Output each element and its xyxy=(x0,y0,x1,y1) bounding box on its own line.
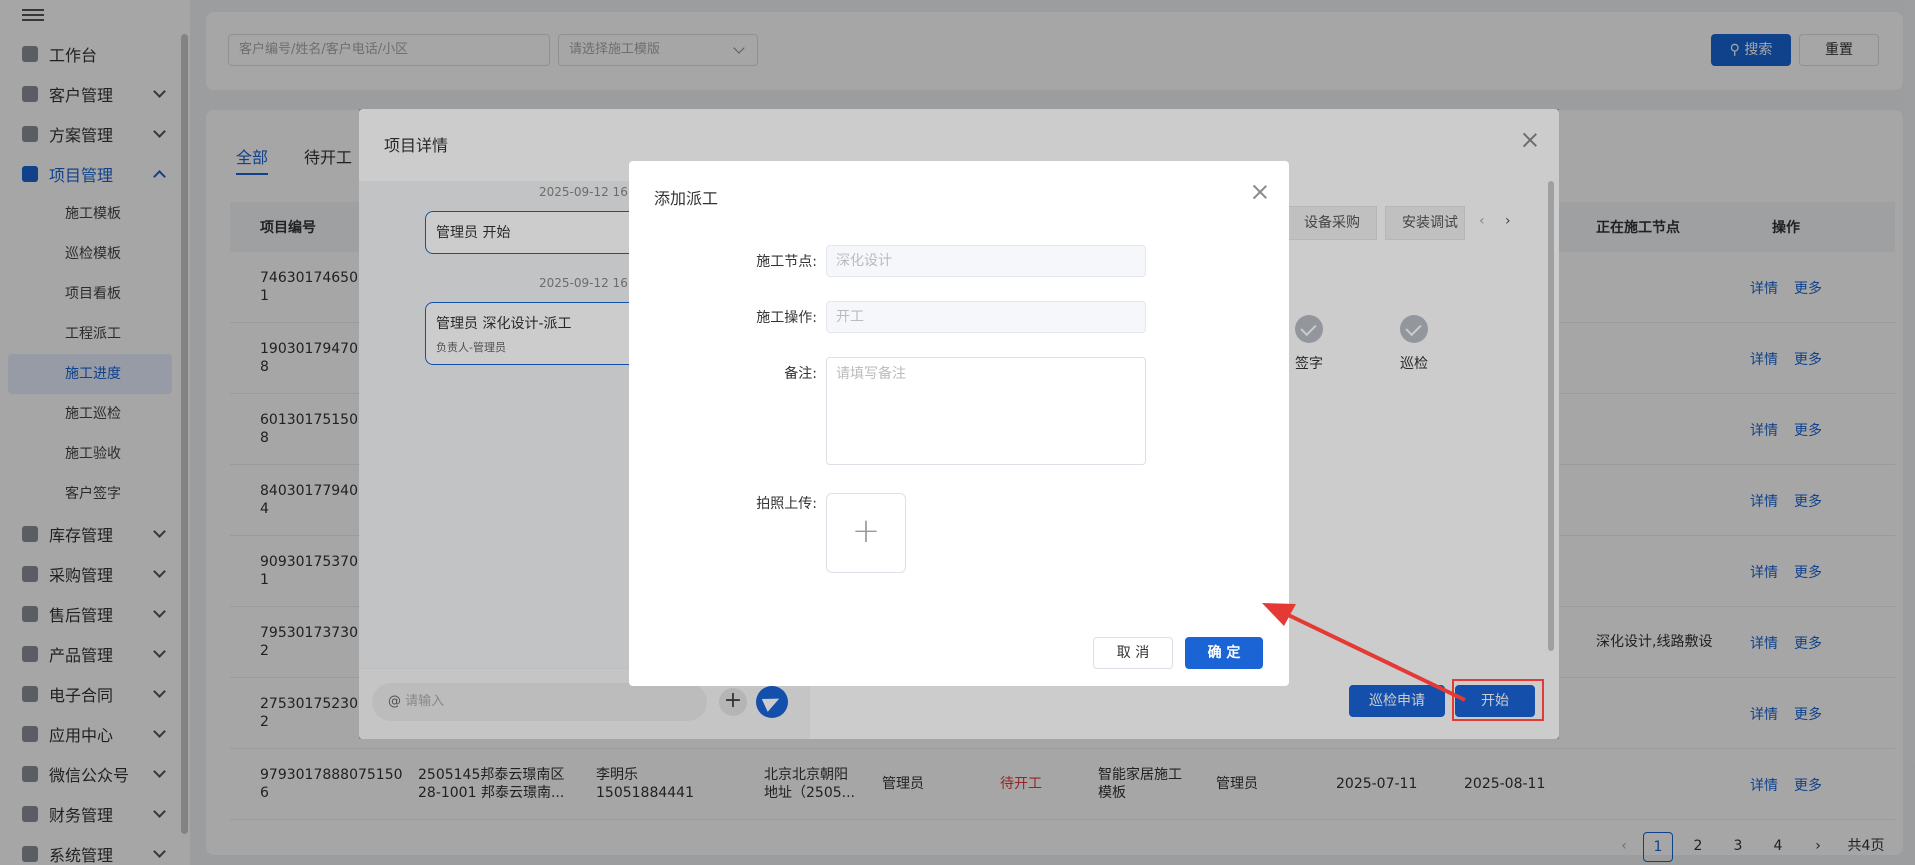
start-button-highlight xyxy=(1452,679,1544,721)
arrow-shaft xyxy=(1279,609,1466,702)
annotation-arrow xyxy=(1262,603,1544,721)
